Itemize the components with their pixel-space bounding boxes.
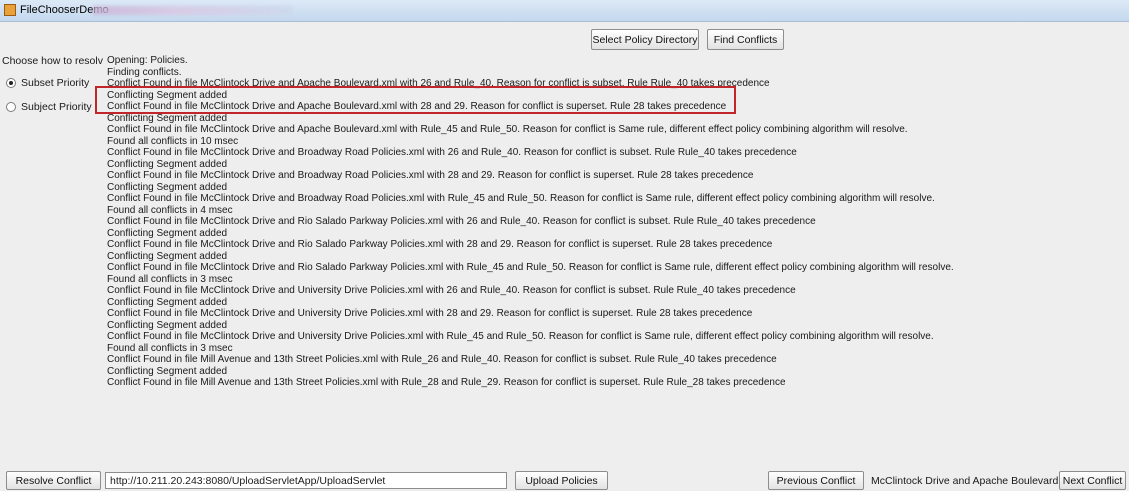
log-line: Found all conflicts in 3 msec — [107, 342, 233, 354]
log-line: Conflict Found in file Mill Avenue and 1… — [107, 354, 777, 365]
log-line: Conflict Found in file Mill Avenue and 1… — [107, 377, 786, 388]
log-line: Conflicting Segment added — [107, 319, 228, 331]
select-policy-directory-button[interactable]: Select Policy Directory — [591, 29, 699, 50]
radio-subset-priority[interactable]: Subset Priority — [6, 77, 89, 89]
upload-url-field[interactable]: http://10.211.20.243:8080/UploadServletA… — [105, 472, 507, 489]
log-line: Found all conflicts in 3 msec — [107, 273, 233, 285]
log-line: Conflicting Segment added — [107, 296, 228, 308]
log-line: Conflict Found in file McClintock Drive … — [107, 216, 816, 227]
log-line: Conflict Found in file McClintock Drive … — [107, 239, 773, 250]
window-title-bar[interactable]: FileChooserDemo — [0, 0, 1129, 22]
log-line: Conflict Found in file McClintock Drive … — [107, 124, 908, 135]
log-line: Conflicting Segment added — [107, 158, 228, 170]
upload-policies-button[interactable]: Upload Policies — [515, 471, 608, 490]
log-line: Opening: Policies. — [107, 55, 188, 66]
log-line: Found all conflicts in 10 msec — [107, 135, 239, 147]
log-line: Conflicting Segment added — [107, 365, 228, 377]
radio-label: Subject Priority — [21, 101, 92, 113]
log-line: Conflict Found in file McClintock Drive … — [107, 285, 796, 296]
log-line: Conflicting Segment added — [107, 250, 228, 262]
log-line: Conflict Found in file McClintock Drive … — [107, 147, 797, 158]
log-line: Conflicting Segment added — [107, 227, 228, 239]
log-line: Conflict Found in file McClintock Drive … — [107, 308, 753, 319]
log-line: Conflict Found in file McClintock Drive … — [107, 193, 935, 204]
radio-label: Subset Priority — [21, 77, 90, 89]
resolve-options-label: Choose how to resolve — [2, 55, 109, 67]
log-line: Conflicting Segment added — [107, 112, 228, 124]
log-line: Finding conflicts. — [107, 66, 182, 78]
next-conflict-button[interactable]: Next Conflict — [1059, 471, 1126, 490]
selected-conflict-highlight — [95, 86, 736, 114]
find-conflicts-button[interactable]: Find Conflicts — [707, 29, 784, 50]
java-app-icon — [4, 4, 16, 16]
conflict-log-textarea[interactable]: Opening: Policies. Finding conflicts. Co… — [103, 55, 1123, 458]
log-line: Conflict Found in file McClintock Drive … — [107, 170, 754, 181]
previous-conflict-button[interactable]: Previous Conflict — [768, 471, 864, 490]
log-line: Conflicting Segment added — [107, 181, 228, 193]
log-line: Found all conflicts in 4 msec — [107, 204, 233, 216]
log-line: Conflict Found in file McClintock Drive … — [107, 331, 934, 342]
resolve-conflict-button[interactable]: Resolve Conflict — [6, 471, 101, 490]
current-conflict-file-label: McClintock Drive and Apache Boulevard.xm… — [871, 475, 1078, 487]
radio-button-checked[interactable] — [6, 78, 16, 88]
blurred-title-path — [93, 6, 293, 15]
log-line: Conflict Found in file McClintock Drive … — [107, 262, 954, 273]
radio-subject-priority[interactable]: Subject Priority — [6, 101, 92, 113]
radio-button[interactable] — [6, 102, 16, 112]
